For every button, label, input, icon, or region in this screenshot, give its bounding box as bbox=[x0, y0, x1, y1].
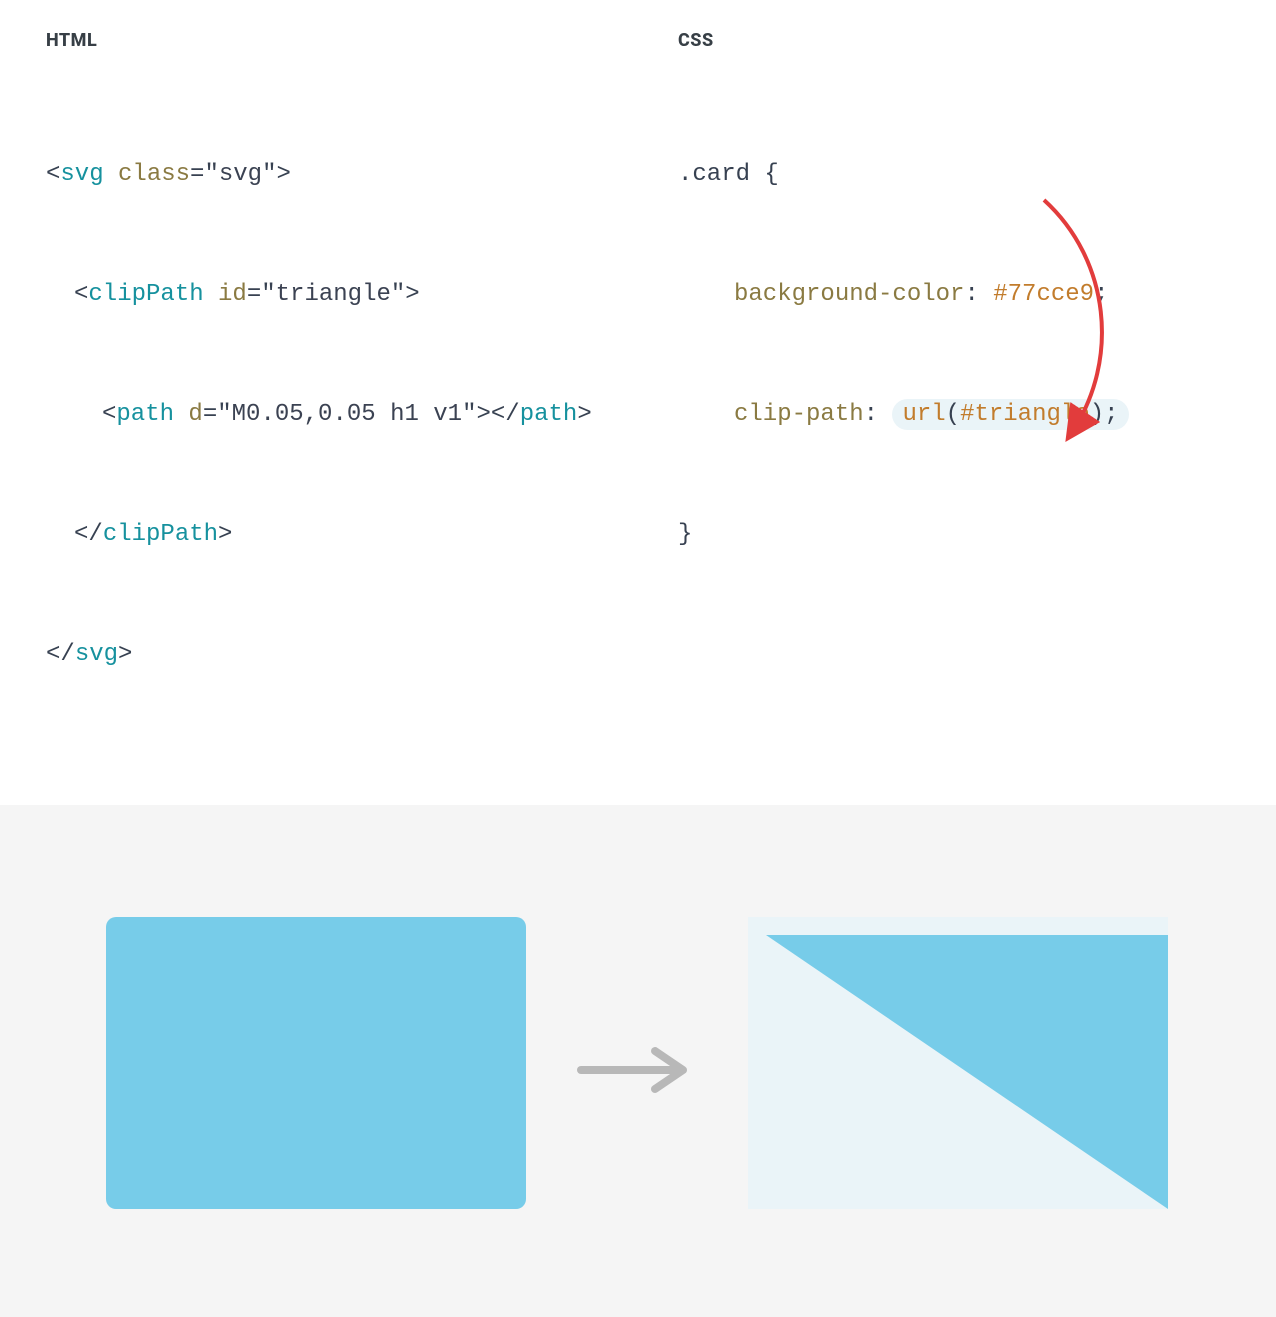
code-line: } bbox=[678, 515, 1230, 555]
css-column: CSS .card { background-color: #77cce9; c… bbox=[678, 30, 1230, 755]
card-before bbox=[106, 917, 526, 1209]
clip-path-highlight: url(#triangle); bbox=[892, 399, 1128, 430]
html-heading: HTML bbox=[46, 30, 598, 51]
triangle-icon bbox=[766, 935, 1168, 1209]
code-line: <svg class="svg"> bbox=[46, 155, 598, 195]
code-line: background-color: #77cce9; bbox=[678, 275, 1230, 315]
code-panels: HTML <svg class="svg"> <clipPath id="tri… bbox=[0, 0, 1276, 805]
css-heading: CSS bbox=[678, 30, 1230, 51]
html-column: HTML <svg class="svg"> <clipPath id="tri… bbox=[46, 30, 598, 755]
code-line: </clipPath> bbox=[46, 515, 598, 555]
code-line: </svg> bbox=[46, 635, 598, 675]
code-line: .card { bbox=[678, 155, 1230, 195]
arrow-right-icon bbox=[575, 1045, 695, 1099]
css-code-block: .card { background-color: #77cce9; clip-… bbox=[678, 75, 1230, 635]
result-panel bbox=[0, 805, 1276, 1317]
card-after bbox=[748, 917, 1168, 1209]
code-line: <path d="M0.05,0.05 h1 v1"></path> bbox=[46, 395, 598, 435]
html-code-block: <svg class="svg"> <clipPath id="triangle… bbox=[46, 75, 598, 755]
code-line: <clipPath id="triangle"> bbox=[46, 275, 598, 315]
code-line: clip-path: url(#triangle); bbox=[678, 395, 1230, 435]
